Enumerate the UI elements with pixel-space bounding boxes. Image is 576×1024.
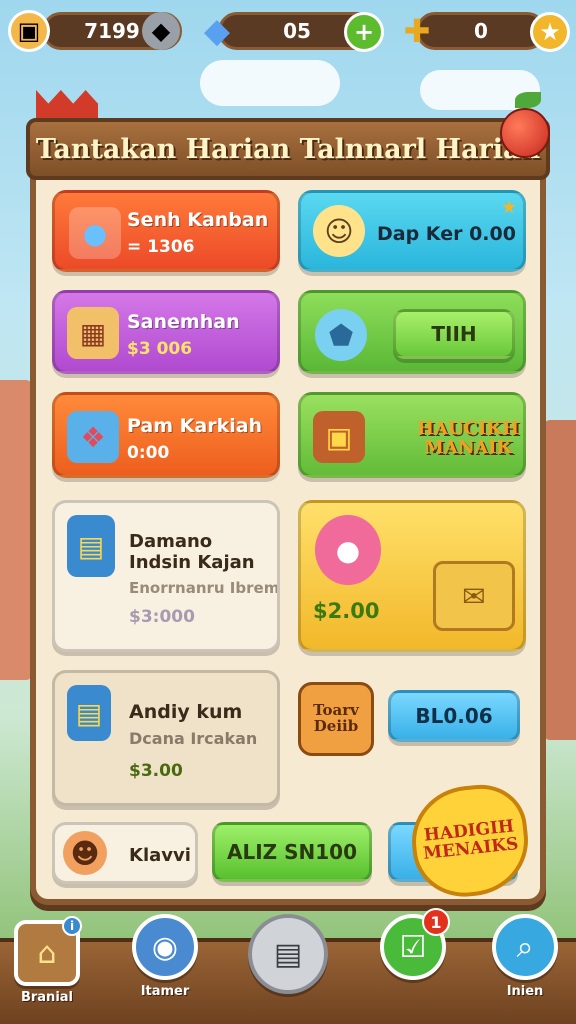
cloud bbox=[200, 60, 340, 106]
gift-box-icon: ❖ bbox=[67, 411, 119, 463]
nav-item-home[interactable]: ⌂ Branial i bbox=[14, 916, 82, 1005]
task-reward: 0:00 bbox=[127, 443, 170, 463]
nav-label: Itamer bbox=[140, 984, 190, 999]
task-reward: $3.00 bbox=[129, 761, 183, 781]
nav-label: Inien bbox=[506, 984, 544, 999]
checklist-icon: ▤ bbox=[248, 914, 328, 994]
star-button[interactable]: ★ bbox=[530, 12, 570, 52]
resource-bar: 7199 ▣ ◆ 05 ◆ + 0 ✚ ★ bbox=[6, 8, 570, 54]
nav-item-search[interactable]: ⌕ Inien bbox=[492, 914, 558, 999]
star-badge-icon: ★ bbox=[500, 197, 517, 218]
task-title: Senh Kanban bbox=[127, 209, 269, 231]
task-card[interactable]: ● Senh Kanban = 1306 bbox=[52, 190, 280, 272]
add-gems-button[interactable]: + bbox=[344, 12, 384, 52]
task-reward: $3:000 bbox=[129, 607, 195, 627]
shield-icon: ⬟ bbox=[315, 309, 367, 361]
task-card[interactable]: ☺ Dap Ker 0.00 ★ bbox=[298, 190, 526, 272]
board-title: Tantakan Harian Talnnarl Harian bbox=[26, 118, 550, 180]
background-house bbox=[544, 420, 576, 740]
info-badge-icon: i bbox=[62, 916, 82, 936]
search-icon: ⌕ bbox=[492, 914, 558, 980]
task-reward: = 1306 bbox=[127, 237, 195, 257]
task-title: Pam Karkiah bbox=[127, 415, 263, 437]
key-count: 0 bbox=[474, 19, 488, 43]
task-title: Andiy kum bbox=[129, 701, 243, 723]
collect-button[interactable]: TIIH bbox=[393, 309, 515, 359]
task-reward: $3 006 bbox=[127, 339, 193, 359]
gem-count: 05 bbox=[283, 19, 311, 43]
claim-button[interactable]: ALIZ SN100 bbox=[212, 822, 372, 882]
leaf-decoration bbox=[515, 92, 541, 108]
task-subtitle: Dcana Ircakan bbox=[129, 729, 258, 748]
task-card[interactable]: ▣ HAUCIKH MANAIK bbox=[298, 392, 526, 478]
reward-card[interactable]: ● ✉ $2.00 bbox=[298, 500, 526, 652]
reward-amount: $2.00 bbox=[313, 599, 380, 623]
apple-icon bbox=[500, 108, 550, 158]
nav-item-quests[interactable]: ☑ 1 bbox=[380, 908, 450, 980]
task-card[interactable]: ▤ Damano Indsin Kajan Enorrnanru Ibrem $… bbox=[52, 500, 280, 652]
background-house bbox=[0, 380, 32, 680]
character-icon: ☻ bbox=[63, 831, 107, 875]
droplet-icon: ● bbox=[69, 207, 121, 259]
avatar-icon: ☺ bbox=[313, 205, 365, 257]
tablet-icon: ▤ bbox=[67, 685, 111, 741]
tablet-icon: ▤ bbox=[67, 515, 115, 577]
task-card[interactable]: ❖ Pam Karkiah 0:00 bbox=[52, 392, 280, 478]
coin-count: 7199 bbox=[84, 19, 140, 43]
task-card[interactable]: ⬟ TIIH bbox=[298, 290, 526, 374]
nav-item-items[interactable]: ◉ Itamer bbox=[132, 914, 198, 999]
task-card[interactable]: ▤ Andiy kum Dcana Ircakan $3.00 bbox=[52, 670, 280, 806]
chest-avatar-icon[interactable]: ▣ bbox=[8, 10, 50, 52]
puzzle-icon: ✚ bbox=[403, 12, 431, 50]
treasure-chest-icon: ▣ bbox=[313, 411, 365, 463]
task-title: Klavvi bbox=[129, 845, 191, 866]
nav-label: Branial bbox=[20, 990, 74, 1005]
notification-badge: 1 bbox=[422, 908, 450, 936]
task-title: Sanemhan bbox=[127, 311, 240, 333]
task-title: Damano Indsin Kajan bbox=[129, 531, 255, 573]
task-card[interactable]: ☻ Klavvi bbox=[52, 822, 198, 884]
bottom-nav: ⌂ Branial i ◉ Itamer ▤ ☑ 1 ⌕ Inien bbox=[0, 908, 576, 1024]
board-title-text: Tantakan Harian Talnnarl Harian bbox=[35, 133, 541, 165]
shop-stall-icon: ▦ bbox=[67, 307, 119, 359]
badge-stamp: Toarv Deiib bbox=[298, 682, 374, 756]
task-subtitle: Enorrnanru Ibrem bbox=[129, 579, 280, 597]
stone-icon: ◆ bbox=[142, 12, 180, 50]
task-card[interactable]: ▦ Sanemhan $3 006 bbox=[52, 290, 280, 374]
price-button[interactable]: BL0.06 bbox=[388, 690, 520, 742]
nav-item-tasks[interactable]: ▤ bbox=[248, 914, 328, 994]
backpack-icon: ◉ bbox=[132, 914, 198, 980]
task-title: Dap Ker 0.00 bbox=[377, 223, 516, 245]
reward-stamp: HAUCIKH MANAIK bbox=[416, 418, 520, 458]
envelope-icon: ✉ bbox=[433, 561, 515, 631]
cupcake-icon: ● bbox=[315, 515, 381, 585]
gem-icon: ◆ bbox=[203, 11, 231, 51]
